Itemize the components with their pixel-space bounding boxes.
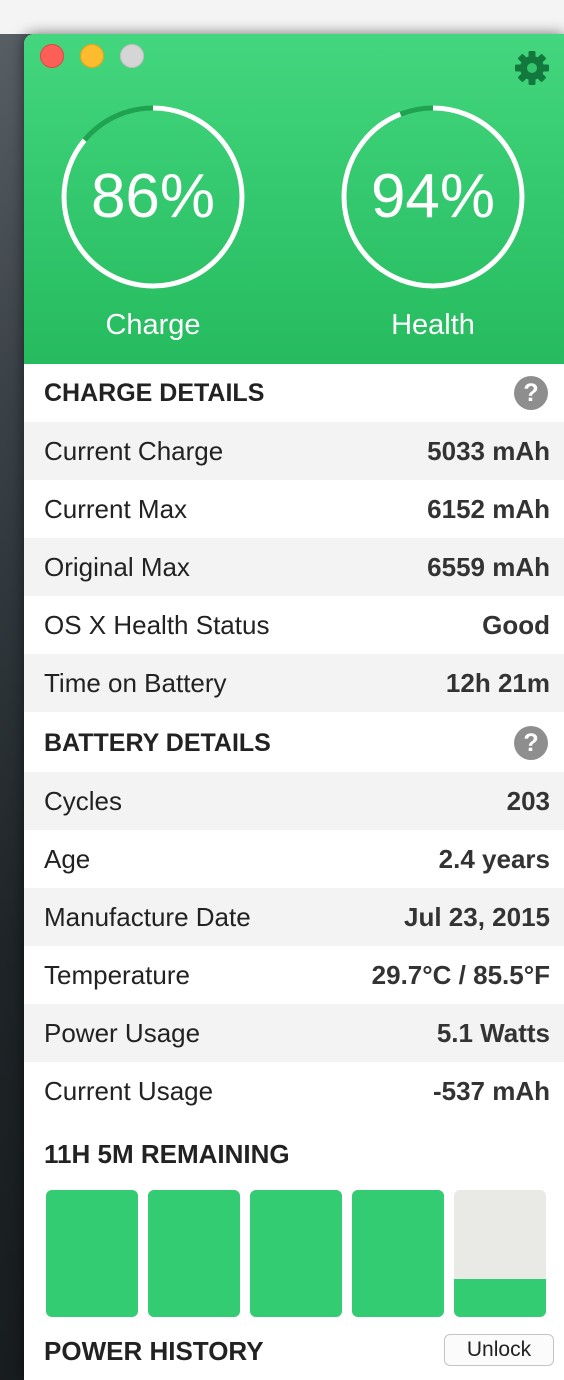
battery-level-cell xyxy=(148,1190,240,1317)
help-icon[interactable]: ? xyxy=(514,726,548,760)
health-label: Health xyxy=(391,309,475,341)
row-label: Age xyxy=(44,844,91,874)
row-label: OS X Health Status xyxy=(44,610,270,640)
row-label: Time on Battery xyxy=(44,668,227,698)
battery-level-cell-fill xyxy=(250,1190,342,1317)
row-value: 2.4 years xyxy=(438,844,550,874)
battery-summary-header: 86% Charge 94% Health xyxy=(24,34,564,364)
row-value: 5033 mAh xyxy=(427,436,550,466)
row-label: Temperature xyxy=(44,960,190,990)
detail-row-temperature: Temperature 29.7°C / 85.5°F xyxy=(24,946,564,1004)
health-gauge: 94% xyxy=(336,100,530,294)
row-value: 5.1 Watts xyxy=(436,1018,550,1048)
battery-details-title: BATTERY DETAILS xyxy=(44,729,271,757)
battery-level-cell-fill xyxy=(148,1190,240,1317)
row-value: -537 mAh xyxy=(432,1076,550,1106)
detail-row-original-max: Original Max 6559 mAh xyxy=(24,538,564,596)
detail-row-manufacture-date: Manufacture Date Jul 23, 2015 xyxy=(24,888,564,946)
row-label: Cycles xyxy=(44,786,123,816)
unlock-button[interactable]: Unlock xyxy=(444,1334,554,1366)
charge-details-header: CHARGE DETAILS ? xyxy=(24,364,564,422)
battery-level-cell-fill xyxy=(352,1190,444,1317)
battery-level-cell-fill xyxy=(454,1278,546,1317)
minimize-window-button[interactable] xyxy=(80,44,104,68)
power-history-title: POWER HISTORY xyxy=(44,1336,264,1366)
detail-row-age: Age 2.4 years xyxy=(24,830,564,888)
battery-details-header: BATTERY DETAILS ? xyxy=(24,714,564,772)
desktop-menubar-area xyxy=(0,0,564,34)
gear-icon[interactable] xyxy=(512,48,552,88)
row-label: Original Max xyxy=(44,552,190,582)
row-value: 203 xyxy=(506,786,550,816)
battery-level-cell xyxy=(250,1190,342,1317)
detail-row-power-usage: Power Usage 5.1 Watts xyxy=(24,1004,564,1062)
close-window-button[interactable] xyxy=(40,44,64,68)
battery-level-cell-fill xyxy=(46,1190,138,1317)
row-label: Current Charge xyxy=(44,436,224,466)
detail-row-current-charge: Current Charge 5033 mAh xyxy=(24,422,564,480)
row-value: 29.7°C / 85.5°F xyxy=(371,960,550,990)
help-icon[interactable]: ? xyxy=(514,376,548,410)
battery-level-cell xyxy=(352,1190,444,1317)
detail-row-current-usage: Current Usage -537 mAh xyxy=(24,1062,564,1120)
row-value: 6559 mAh xyxy=(427,552,550,582)
detail-row-cycles: Cycles 203 xyxy=(24,772,564,830)
charge-gauge: 86% xyxy=(56,100,250,294)
charge-label: Charge xyxy=(105,309,201,341)
row-label: Manufacture Date xyxy=(44,902,251,932)
battery-level-cell xyxy=(46,1190,138,1317)
row-label: Current Max xyxy=(44,494,188,524)
charge-percent-value: 86% xyxy=(90,162,216,231)
row-value: Good xyxy=(482,610,550,640)
row-label: Current Usage xyxy=(44,1076,214,1106)
time-remaining-label: 11H 5M REMAINING xyxy=(44,1139,290,1169)
detail-row-time-on-battery: Time on Battery 12h 21m xyxy=(24,654,564,712)
detail-row-health-status: OS X Health Status Good xyxy=(24,596,564,654)
row-value: Jul 23, 2015 xyxy=(404,902,550,932)
zoom-window-button[interactable] xyxy=(120,44,144,68)
row-value: 6152 mAh xyxy=(427,494,550,524)
charge-details-title: CHARGE DETAILS xyxy=(44,379,265,407)
row-value: 12h 21m xyxy=(445,668,550,698)
detail-row-current-max: Current Max 6152 mAh xyxy=(24,480,564,538)
battery-app-window: 86% Charge 94% Health CHARGE DETAILS ? C… xyxy=(24,34,564,1380)
battery-level-cell xyxy=(454,1190,546,1317)
row-label: Power Usage xyxy=(44,1018,201,1048)
health-percent-value: 94% xyxy=(370,162,496,231)
